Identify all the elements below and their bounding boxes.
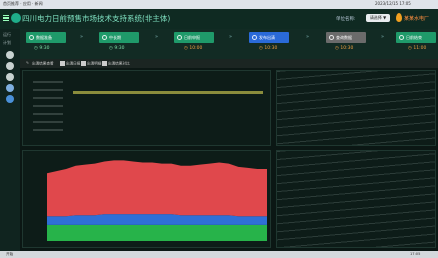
right-upper-table [276,70,436,146]
step-6-time: ◷ 11:00 [408,46,427,51]
step-1-time: ◷ 9:30 [34,46,50,51]
lower-chart-panel [22,150,271,248]
sidebar: 运行 计划 [0,29,20,258]
step-3[interactable]: 日前申报 [174,32,214,43]
chevron-right-icon: » [229,34,233,40]
step-5[interactable]: 查询数据 [326,32,366,43]
step-6-label: 日前结束 [406,35,422,40]
app-header: 四川电力日前预售市场技术支持系统(非主体) 单位名称: 请选择 ▼ 某某水电厂 [0,9,438,29]
tools-icon[interactable] [6,95,14,103]
logo-icon [11,13,21,23]
chevron-right-icon: » [381,34,385,40]
step-4-icon [252,35,257,40]
workflow-steps: 数据准备 » 中长期 » 日前申报 » 发布出清 » 查询数据 » 日前结束 ◷… [20,29,438,59]
step-2-time: ◷ 9:30 [109,46,125,51]
step-2-label: 中长期 [109,35,121,40]
sidebar-label-plan[interactable]: 计划 [3,40,11,46]
step-6-icon [399,35,404,40]
step-1[interactable]: 数据准备 [26,32,66,43]
home-icon[interactable] [6,51,14,59]
link-icon[interactable] [6,84,14,92]
step-1-icon [29,35,34,40]
step-3-icon [177,35,182,40]
tool-compare[interactable]: 出清结果对比 [102,60,130,67]
step-5-icon [329,35,334,40]
pie-icon[interactable] [6,62,14,70]
area-series-2 [47,160,267,217]
taskbar: 开始 17:05 [0,251,438,258]
area-chart [47,160,267,241]
user-name[interactable]: 某某水电厂 [404,15,429,22]
browser-bar: 首页推荐 · 应用 · 新闻 2023/12/15 17:05 [0,0,438,9]
step-6[interactable]: 日前结束 [396,32,436,43]
tool-detail[interactable]: 出清明细 [81,60,101,67]
step-3-label: 日前申报 [184,35,200,40]
step-4-time: ◷ 10:30 [259,46,278,51]
sidebar-label-run[interactable]: 运行 [3,32,11,38]
upper-chart-band [73,91,263,94]
start-button[interactable]: 开始 [6,252,13,257]
tool-view[interactable]: ✎ 出清结果查看 [26,61,54,67]
taskbar-clock: 17:05 [410,252,421,256]
chevron-right-icon: » [306,34,310,40]
upper-chart-panel [22,70,271,146]
browser-bar-clock: 2023/12/15 17:05 [375,1,411,6]
unit-select[interactable]: 请选择 ▼ [366,14,390,22]
settings-icon[interactable] [6,73,14,81]
chevron-right-icon: » [80,34,84,40]
browser-bar-left-text: 首页推荐 · 应用 · 新闻 [3,1,43,6]
step-1-label: 数据准备 [36,35,52,40]
area-series-0 [47,224,267,241]
step-4[interactable]: 发布出清 [249,32,289,43]
step-5-label: 查询数据 [336,35,352,40]
upper-chart-axis [33,81,63,131]
page-title: 四川电力日前预售市场技术支持系统(非主体) [22,14,171,23]
flame-icon [396,13,402,22]
unit-label: 单位名称: [336,17,356,22]
right-lower-table [276,150,436,248]
step-2-icon [102,35,107,40]
tool-daily[interactable]: 出清日报 [60,60,80,67]
menu-icon[interactable] [3,15,9,22]
toolbar: ✎ 出清结果查看 出清日报 出清明细 出清结果对比 [20,59,438,68]
step-2[interactable]: 中长期 [99,32,139,43]
chevron-right-icon: » [155,34,159,40]
step-4-label: 发布出清 [259,35,275,40]
step-3-time: ◷ 10:00 [184,46,203,51]
step-5-time: ◷ 10:30 [335,46,354,51]
